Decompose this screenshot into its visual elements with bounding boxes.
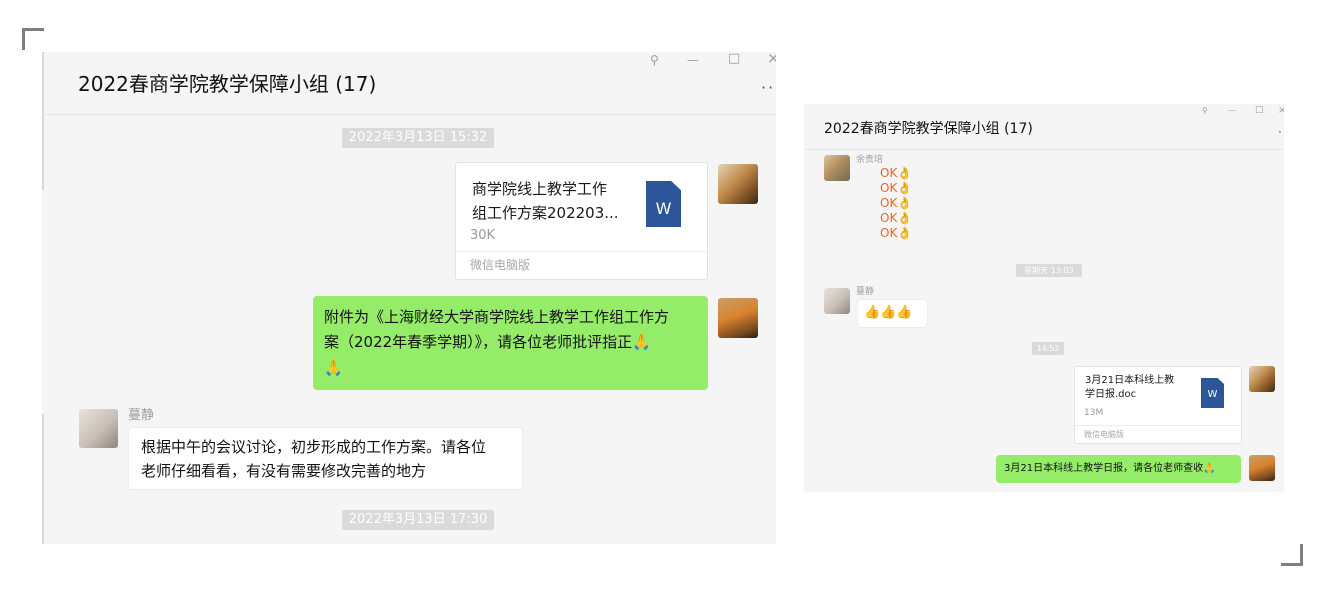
- word-icon-letter: W: [1207, 389, 1218, 400]
- avatar[interactable]: [1249, 455, 1275, 481]
- file-name: 组工作方案202203...: [472, 204, 619, 222]
- message-text: 根据中午的会议讨论，初步形成的工作方案。请各位: [141, 438, 487, 456]
- sender-name: 蔓静: [128, 408, 155, 423]
- ok-message-line: OK👌: [880, 196, 913, 210]
- message-text: 老师仔细看看，有没有需要修改完善的地方: [141, 462, 427, 480]
- timestamp: 星期天 13:03: [1016, 264, 1082, 277]
- sent-message-bubble[interactable]: 3月21日本科线上教学日报，请各位老师查收🙏: [996, 455, 1241, 483]
- ok-message-line: OK👌: [880, 226, 913, 240]
- corner-bracket-top-left: [22, 28, 25, 50]
- header-divider: [804, 149, 1284, 150]
- word-document-icon: W: [1201, 378, 1224, 408]
- chat-title: 2022春商学院教学保障小组 (17): [824, 121, 1033, 137]
- message-text: 案（2022年春季学期）》，请各位老师批评指正🙏: [324, 333, 651, 351]
- avatar[interactable]: [824, 288, 850, 314]
- timestamp: 14:52: [1032, 342, 1064, 355]
- file-name: 3月21日本科线上教: [1085, 375, 1175, 386]
- minimize-button[interactable]: —: [1228, 107, 1236, 115]
- minimize-button[interactable]: —: [687, 54, 699, 66]
- corner-bracket-top-left: [22, 28, 44, 31]
- avatar[interactable]: [718, 298, 758, 338]
- message-text: 3月21日本科线上教学日报，请各位老师查收🙏: [1004, 463, 1216, 474]
- chat-title: 2022春商学院教学保障小组 (17): [78, 72, 377, 96]
- chat-window-right: 2022春商学院教学保障小组 (17) ⚲ — □ × · 余贵培 OK👌 OK…: [804, 104, 1284, 492]
- avatar[interactable]: [718, 164, 758, 204]
- message-text: 附件为《上海财经大学商学院线上教学工作组工作方: [324, 308, 670, 326]
- file-message-card[interactable]: 商学院线上教学工作 组工作方案202203... W 30K 微信电脑版: [455, 162, 708, 280]
- file-source: 微信电脑版: [456, 251, 707, 279]
- maximize-button[interactable]: □: [1255, 106, 1264, 115]
- pin-icon[interactable]: ⚲: [650, 54, 659, 66]
- ok-message-line: OK👌: [880, 181, 913, 195]
- corner-bracket-bottom-right: [1300, 544, 1303, 566]
- received-message-bubble[interactable]: 👍👍👍: [857, 299, 928, 328]
- sender-name: 余贵培: [856, 155, 884, 165]
- file-name: 商学院线上教学工作: [472, 180, 608, 198]
- maximize-button[interactable]: □: [728, 52, 740, 65]
- file-source: 微信电脑版: [1075, 425, 1241, 443]
- window-edge: [42, 414, 44, 544]
- ok-message-line: OK👌: [880, 166, 913, 180]
- header-divider: [42, 114, 776, 115]
- timestamp: 2022年3月13日 15:32: [342, 128, 494, 148]
- avatar[interactable]: [824, 155, 850, 181]
- file-name: 学日报.doc: [1085, 389, 1137, 400]
- sender-name: 蔓静: [856, 287, 875, 297]
- avatar[interactable]: [79, 409, 118, 448]
- avatar[interactable]: [1249, 366, 1275, 392]
- message-text: 🙏: [324, 359, 343, 377]
- file-message-card[interactable]: 3月21日本科线上教 学日报.doc W 13M 微信电脑版: [1074, 366, 1242, 444]
- word-icon-letter: W: [655, 199, 672, 218]
- timestamp: 2022年3月13日 17:30: [342, 510, 494, 530]
- more-options-icon[interactable]: ·: [1278, 126, 1282, 138]
- more-options-icon[interactable]: ··: [761, 80, 775, 96]
- chat-window-left: 2022春商学院教学保障小组 (17) ⚲ — □ × ·· 2022年3月13…: [42, 52, 776, 544]
- file-size: 30K: [470, 228, 496, 243]
- file-size: 13M: [1084, 408, 1104, 418]
- close-button[interactable]: ×: [767, 52, 776, 66]
- received-message-bubble[interactable]: 根据中午的会议讨论，初步形成的工作方案。请各位 老师仔细看看，有没有需要修改完善…: [128, 427, 523, 490]
- sent-message-bubble[interactable]: 附件为《上海财经大学商学院线上教学工作组工作方 案（2022年春季学期）》，请各…: [313, 296, 708, 390]
- ok-message-line: OK👌: [880, 211, 913, 225]
- window-edge: [42, 52, 44, 190]
- thumbs-up-icon: 👍👍👍: [864, 305, 913, 320]
- word-document-icon: W: [646, 181, 681, 227]
- close-button[interactable]: ×: [1278, 106, 1284, 116]
- pin-icon[interactable]: ⚲: [1202, 107, 1208, 115]
